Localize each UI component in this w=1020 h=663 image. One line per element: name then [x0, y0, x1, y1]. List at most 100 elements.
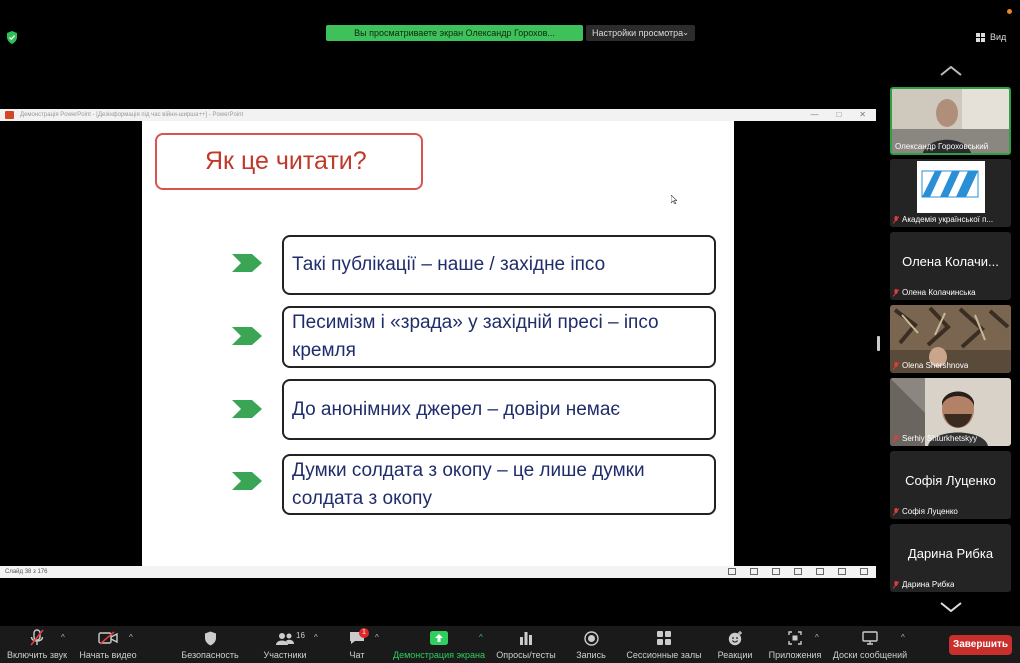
participants-label: Участники [263, 650, 307, 660]
video-options-caret-icon[interactable]: ^ [129, 633, 133, 642]
participants-icon [276, 632, 294, 645]
chevron-down-icon[interactable] [940, 602, 962, 612]
reactions-button[interactable]: Реакции [714, 629, 756, 660]
whiteboards-button[interactable]: Доски сообщений [830, 629, 910, 660]
mouse-cursor-icon [671, 195, 677, 204]
shared-screen: Демонстрація PowerPoint - [Дезінформація… [0, 109, 876, 578]
apps-button[interactable]: Приложения [768, 629, 822, 660]
shield-icon[interactable] [6, 31, 18, 44]
security-label: Безопасность [181, 650, 239, 660]
polls-label: Опросы/тесты [496, 650, 556, 660]
chevron-arrow-icon [232, 254, 262, 272]
grid-view-icon [976, 32, 985, 42]
powerpoint-status-bar: Слайд 38 з 176 [0, 566, 876, 578]
participants-options-caret-icon[interactable]: ^ [314, 633, 318, 642]
slide-counter: Слайд 38 з 176 [5, 569, 48, 575]
participant-name-row: Serhiy Shturkhetskyy [893, 434, 977, 443]
breakout-rooms-icon [657, 631, 671, 645]
apps-options-caret-icon[interactable]: ^ [815, 633, 819, 642]
share-screen-icon [430, 631, 448, 645]
slide: Як це читати? Такі публікації – наше / з… [142, 121, 734, 566]
normal-view-icon [794, 568, 802, 575]
record-button[interactable]: Запись [572, 629, 610, 660]
view-button[interactable]: Вид [976, 30, 1006, 44]
prev-slide-icon [728, 568, 736, 575]
muted-mic-icon [893, 288, 899, 297]
reading-view-icon [838, 568, 846, 575]
record-label: Запись [576, 650, 606, 660]
bullet-item: Думки солдата з окопу – це лише думки со… [282, 454, 716, 515]
participant-tile[interactable]: Олена Колачи... Олена Колачинська [890, 232, 1011, 300]
apps-label: Приложения [768, 650, 822, 660]
participant-display-name: Дарина Рибка [907, 546, 994, 561]
chat-label: Чат [349, 650, 365, 660]
notification-dot-icon [1007, 9, 1012, 14]
breakout-rooms-label: Сессионные залы [626, 650, 702, 660]
participant-name: Олександр Гороховський [895, 142, 989, 151]
video-off-icon [98, 631, 118, 645]
whiteboards-options-caret-icon[interactable]: ^ [901, 633, 905, 642]
chevron-up-icon[interactable] [940, 66, 962, 76]
polls-button[interactable]: Опросы/тесты [496, 629, 556, 660]
chevron-down-icon: ⌄ [682, 28, 689, 37]
muted-mic-icon [893, 434, 899, 443]
reactions-label: Реакции [717, 650, 753, 660]
powerpoint-title-bar: Демонстрація PowerPoint - [Дезінформація… [0, 109, 876, 121]
reactions-icon [728, 630, 742, 645]
share-options-caret-icon[interactable]: ^ [479, 633, 483, 642]
shield-icon [204, 631, 216, 645]
muted-mic-icon [30, 629, 44, 646]
participant-tile[interactable]: Дарина Рибка Дарина Рибка [890, 524, 1011, 592]
share-screen-label: Демонстрация экрана [393, 650, 485, 660]
participant-name: Софія Луценко [902, 507, 958, 516]
participant-tile[interactable]: Олександр Гороховський [890, 87, 1011, 155]
powerpoint-logo-icon [5, 111, 14, 119]
panel-resize-handle[interactable] [877, 336, 880, 351]
participant-name-row: Дарина Рибка [893, 580, 954, 589]
end-meeting-button[interactable]: Завершить [949, 635, 1012, 655]
unmute-button[interactable]: Включить звук [6, 629, 68, 660]
chat-options-caret-icon[interactable]: ^ [375, 633, 379, 642]
share-screen-button[interactable]: Демонстрация экрана [392, 629, 486, 660]
meeting-toolbar: Включить звук ^ Начать видео ^ Безопасно… [0, 626, 1020, 663]
powerpoint-window-title: Демонстрація PowerPoint - [Дезінформація… [20, 112, 244, 118]
chevron-arrow-icon [232, 472, 262, 490]
participant-tile[interactable]: Serhiy Shturkhetskyy [890, 378, 1011, 446]
view-settings-dropdown[interactable]: Настройки просмотра ⌄ [586, 25, 695, 41]
chevron-arrow-icon [232, 327, 262, 345]
polls-icon [520, 632, 532, 645]
minimize-icon: — [810, 110, 819, 119]
participant-tile[interactable]: Софія Луценко Софія Луценко [890, 451, 1011, 519]
close-icon: ✕ [859, 110, 866, 119]
participant-name: Olena Shershnova [902, 361, 969, 370]
participant-name: Олена Колачинська [902, 288, 976, 297]
participant-name-row: Olena Shershnova [893, 361, 968, 370]
whiteboard-icon [862, 631, 878, 645]
chevron-arrow-icon [232, 400, 262, 418]
participant-name-row: Софія Луценко [893, 507, 958, 516]
start-video-label: Начать видео [79, 650, 137, 660]
participant-tile[interactable]: Olena Shershnova [890, 305, 1011, 373]
next-slide-icon [772, 568, 780, 575]
security-button[interactable]: Безопасность [178, 629, 242, 660]
participant-display-name: Софія Луценко [905, 473, 996, 488]
participant-name: Академія української п... [902, 215, 994, 224]
muted-mic-icon [893, 215, 899, 224]
view-settings-label: Настройки просмотра [592, 28, 684, 38]
slide-menu-icon [750, 568, 758, 575]
chat-unread-badge: 1 [359, 628, 369, 638]
muted-mic-icon [893, 361, 899, 370]
participant-tile[interactable]: Академія української п... [890, 159, 1011, 227]
participant-name: Дарина Рибка [902, 580, 955, 589]
apps-icon [788, 631, 802, 645]
slideshow-view-icon [860, 568, 868, 575]
slide-title: Як це читати? [155, 133, 423, 190]
bullet-item: До анонімних джерел – довіри немає [282, 379, 716, 440]
participants-count: 16 [296, 631, 305, 640]
audio-options-caret-icon[interactable]: ^ [61, 633, 65, 642]
view-button-label: Вид [990, 32, 1007, 42]
bullet-item: Песимізм і «зрада» у західній пресі – іп… [282, 306, 716, 368]
viewing-screen-banner: Вы просматриваете экран Олександр Горохо… [326, 25, 583, 41]
breakout-rooms-button[interactable]: Сессионные залы [624, 629, 704, 660]
record-icon [583, 630, 599, 646]
